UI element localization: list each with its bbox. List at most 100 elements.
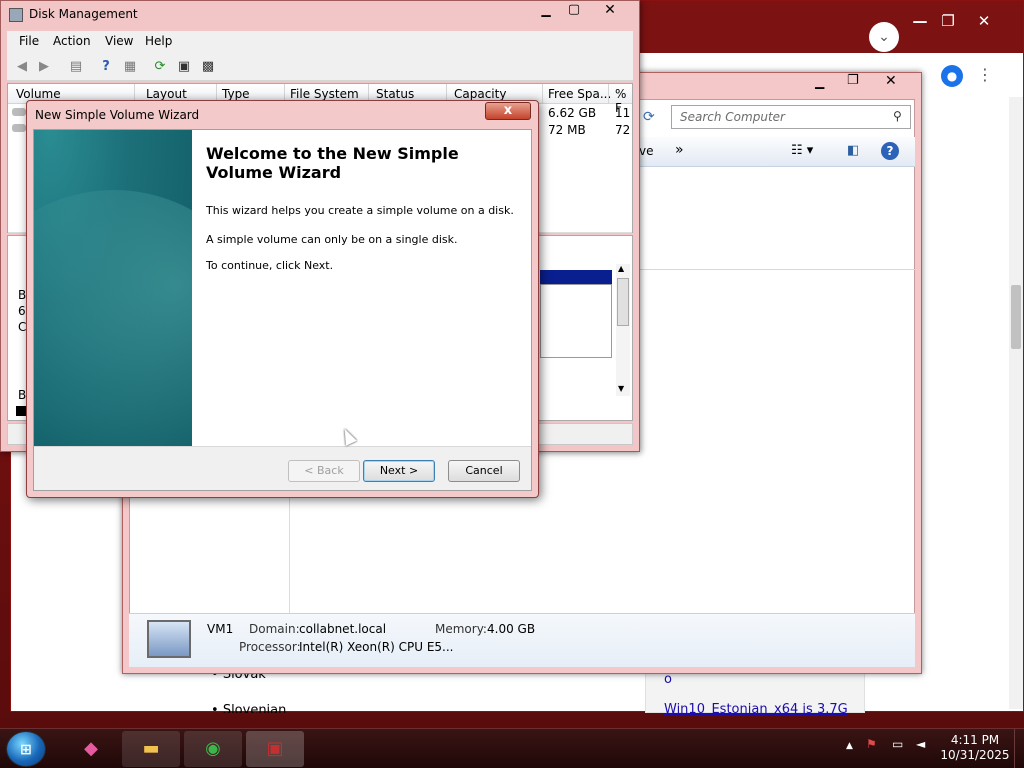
wizard-side-banner — [34, 130, 192, 446]
pane-divider — [289, 493, 290, 613]
free-space-cell: 72 MB — [548, 123, 586, 137]
browser-menu-icon[interactable]: ⋮ — [977, 65, 993, 84]
browser-icon[interactable]: ◉ — [184, 731, 242, 767]
explorer-minimize-button[interactable]: ▁ — [815, 75, 824, 89]
maximize-button[interactable]: ▢ — [561, 2, 587, 20]
memory-label: Memory: — [435, 622, 487, 636]
view-options-icon[interactable]: ☷ ▾ — [791, 143, 813, 158]
column-status[interactable]: Status — [376, 87, 414, 101]
browser-close-button[interactable]: ✕ — [971, 11, 997, 31]
start-button[interactable]: ⊞ — [6, 731, 46, 767]
rescan-icon[interactable]: ▣ — [175, 58, 193, 76]
browser-minimize-button[interactable]: — — [907, 11, 933, 31]
wizard-body: Welcome to the New Simple Volume Wizard … — [33, 129, 532, 491]
wizard-instruction: To continue, click Next. — [206, 259, 334, 272]
wizard-title: New Simple Volume Wizard — [35, 108, 200, 122]
domain-value: collabnet.local — [299, 622, 387, 636]
back-arrow-icon[interactable]: ◀ — [13, 58, 31, 76]
next-button[interactable]: Next > — [363, 460, 435, 482]
download-link[interactable]: Win10_Estonian_x64 is 3.7G — [664, 702, 848, 717]
wizard-description: This wizard helps you create a simple vo… — [206, 204, 514, 217]
computer-management-icon[interactable]: ▣ — [246, 731, 304, 767]
toolbar: ◀ ▶ ▤ ? ▦ ⟳ ▣ ▩ — [7, 53, 633, 81]
list-item: • Slovenian — [211, 703, 286, 713]
volume-muted-icon[interactable]: ◄ — [916, 737, 925, 751]
list-item-label: Slovenian — [222, 703, 287, 713]
link-partial[interactable]: o — [664, 672, 672, 687]
show-desktop-button[interactable] — [1014, 729, 1024, 768]
column-free-space[interactable]: Free Spa... — [548, 87, 611, 101]
menu-action[interactable]: Action — [53, 34, 91, 48]
browser-maximize-button[interactable]: ❐ — [935, 11, 961, 31]
explorer-close-button[interactable]: ✕ — [885, 73, 897, 89]
drive-icon — [12, 124, 26, 132]
browser-scrollbar-thumb[interactable] — [1011, 285, 1021, 349]
computer-name: VM1 — [207, 622, 234, 636]
help-icon[interactable]: ? — [881, 142, 899, 160]
processor-label: Processor: — [239, 640, 301, 654]
window-title: Disk Management — [29, 7, 138, 21]
properties-icon[interactable]: ▦ — [121, 58, 139, 76]
banner-swirl-graphic — [34, 190, 192, 446]
disk-label-letter: 6 — [18, 304, 26, 318]
chevron-down-icon[interactable]: ⌄ — [869, 22, 899, 52]
network-icon[interactable]: ▭ — [892, 737, 903, 751]
wizard-note: A simple volume can only be on a single … — [206, 233, 458, 246]
wizard-close-button[interactable]: x — [485, 102, 531, 120]
help-icon[interactable]: ? — [97, 58, 115, 76]
column-capacity[interactable]: Capacity — [454, 87, 506, 101]
toolbar-more-button[interactable]: » — [675, 142, 684, 158]
wizard-heading: Welcome to the New Simple Volume Wizard — [206, 144, 459, 182]
menu-view[interactable]: View — [105, 34, 133, 48]
column-separator[interactable] — [542, 84, 543, 104]
refresh-icon[interactable]: ⟳ — [151, 58, 169, 76]
show-hidden-icons-icon[interactable]: ▲ — [846, 741, 853, 751]
column-layout[interactable]: Layout — [146, 87, 187, 101]
system-clock[interactable]: 4:11 PM 10/31/2025 — [940, 733, 1010, 763]
explorer-maximize-button[interactable]: ❐ — [847, 73, 859, 88]
disk-management-icon — [9, 8, 23, 22]
partition-header-bar[interactable] — [540, 270, 612, 284]
details-pane: VM1 Domain: collabnet.local Memory: 4.00… — [129, 613, 915, 667]
column-separator[interactable] — [608, 84, 609, 104]
search-input[interactable]: Search Computer — [671, 105, 911, 129]
clock-date: 10/31/2025 — [940, 748, 1010, 762]
wizard-content: Welcome to the New Simple Volume Wizard … — [192, 130, 531, 446]
forward-arrow-icon[interactable]: ▶ — [35, 58, 53, 76]
search-icon[interactable]: ⚲ — [893, 109, 902, 123]
minimize-button[interactable]: ▁ — [533, 3, 559, 21]
visual-studio-icon[interactable]: ◆ — [62, 731, 120, 767]
menu-file[interactable]: File — [19, 34, 39, 48]
clock-time: 4:11 PM — [950, 733, 1000, 747]
scrollbar-thumb[interactable] — [617, 278, 629, 326]
action-center-icon[interactable]: ⚑ — [866, 737, 877, 751]
back-button[interactable]: < Back — [288, 460, 360, 482]
console-tree-icon[interactable]: ▤ — [67, 58, 85, 76]
disk-label-letter: B — [18, 288, 27, 302]
toolbar-partial-label[interactable]: ve — [639, 144, 653, 158]
browser-scrollbar[interactable] — [1009, 97, 1023, 709]
menu-help[interactable]: Help — [145, 34, 172, 48]
close-button[interactable]: ✕ — [593, 2, 627, 20]
domain-label: Domain: — [249, 622, 300, 636]
wizard-separator — [34, 446, 531, 447]
scroll-down-icon[interactable]: ▼ — [618, 384, 624, 393]
column-type[interactable]: Type — [222, 87, 250, 101]
refresh-icon[interactable]: ⟳ — [643, 109, 655, 125]
cancel-button[interactable]: Cancel — [448, 460, 520, 482]
partition-block[interactable] — [540, 284, 612, 358]
settings-icon[interactable]: ▩ — [199, 58, 217, 76]
section-divider — [639, 269, 915, 270]
column-file-system[interactable]: File System — [290, 87, 359, 101]
column-volume[interactable]: Volume — [16, 87, 61, 101]
processor-value: Intel(R) Xeon(R) CPU E5... — [299, 640, 454, 654]
file-explorer-icon[interactable]: ▬ — [122, 731, 180, 767]
profile-avatar-icon[interactable]: ● — [941, 65, 963, 87]
percent-free-cell: 72 — [615, 123, 631, 137]
free-space-cell: 6.62 GB — [548, 106, 597, 120]
disk-label-letter: B — [18, 388, 27, 402]
preview-pane-icon[interactable]: ◧ — [847, 143, 859, 158]
scroll-up-icon[interactable]: ▲ — [618, 264, 624, 273]
lower-scrollbar[interactable]: ▲ ▼ — [616, 264, 630, 396]
taskbar: ⊞ ◆ ▬ ◉ ▣ ▲ ⚑ ▭ ◄ 4:11 PM 10/31/2025 — [0, 728, 1024, 768]
